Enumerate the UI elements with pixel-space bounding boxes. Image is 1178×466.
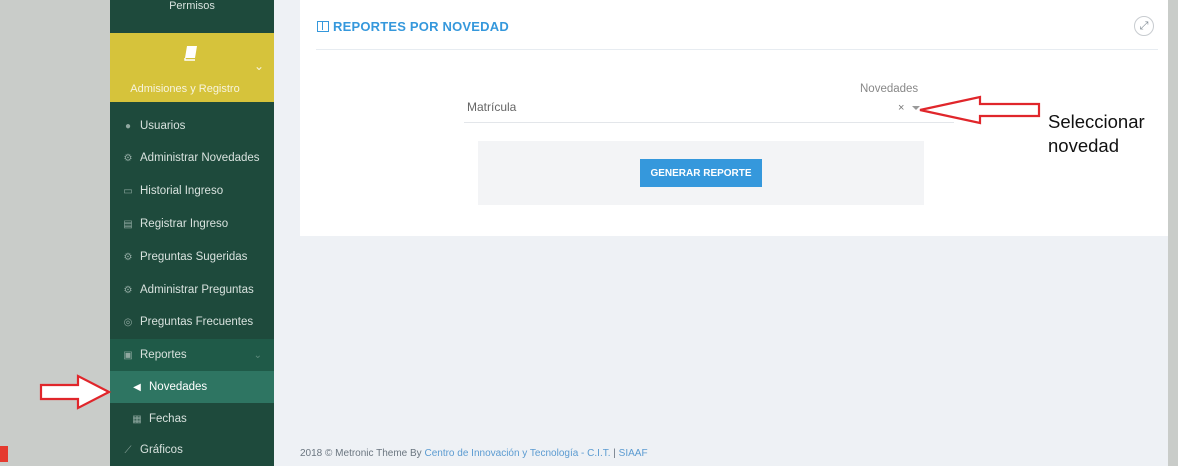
annotation-text: Seleccionar novedad (1048, 111, 1145, 156)
portlet-title: REPORTES POR NOVEDAD (317, 19, 509, 34)
right-gutter (1168, 0, 1178, 466)
red-marker (0, 446, 8, 462)
sidebar-subitem-fechas[interactable]: ▦ Fechas (110, 403, 274, 435)
sidebar-group-admisiones[interactable]: ⌄ Admisiones y Registro (110, 33, 274, 102)
lifebuoy-icon: ◎ (123, 316, 133, 328)
generate-report-button[interactable]: GENERAR REPORTE (640, 159, 762, 187)
user-icon: ● (124, 120, 132, 132)
clear-selection-icon[interactable]: × (898, 102, 904, 114)
novedad-select[interactable]: Matrícula × (464, 94, 954, 123)
chevron-down-icon: ⌄ (253, 349, 262, 361)
sidebar-item-reportes[interactable]: ▣ Reportes ⌄ (110, 339, 274, 371)
cogs-icon: ⚙ (123, 152, 133, 164)
annotation-arrow-left-icon (919, 95, 1041, 125)
footer-link-cit[interactable]: Centro de Innovación y Tecnología - C.I.… (424, 448, 610, 459)
book-open-icon (317, 21, 329, 32)
sidebar-subitem-novedades[interactable]: ◀ Novedades (110, 371, 274, 403)
line-chart-icon: ⟋ (124, 444, 132, 456)
page-footer: 2018 © Metronic Theme By Centro de Innov… (300, 448, 648, 459)
sidebar-item-graficos[interactable]: ⟋ Gráficos (110, 434, 274, 466)
sidebar-group-label: Admisiones y Registro (130, 83, 240, 95)
sidebar-item-preguntas-frecuentes[interactable]: ◎ Preguntas Frecuentes (110, 306, 274, 338)
cogs-icon: ⚙ (123, 251, 133, 263)
id-card-icon: ▤ (123, 218, 133, 230)
sidebar: Permisos ⌄ Admisiones y Registro ● Usuari… (110, 0, 274, 466)
pdf-icon: ▣ (123, 349, 133, 361)
calendar-icon: ▦ (132, 413, 142, 425)
annotation-arrow-right-icon (39, 374, 112, 410)
cogs-icon: ⚙ (123, 284, 133, 296)
sidebar-item-administrar-preguntas[interactable]: ⚙ Administrar Preguntas (110, 274, 274, 306)
novedad-selected-value: Matrícula (467, 100, 517, 114)
action-area: GENERAR REPORTE (478, 141, 924, 205)
book-icon (184, 46, 197, 61)
portlet-divider (316, 49, 1158, 50)
footer-link-siaaf[interactable]: SIAAF (619, 448, 648, 459)
sidebar-item-usuarios[interactable]: ● Usuarios (110, 110, 274, 142)
sidebar-item-registrar-ingreso[interactable]: ▤ Registrar Ingreso (110, 208, 274, 240)
chevron-down-icon: ⌄ (253, 59, 264, 73)
sidebar-item-permisos[interactable]: Permisos (110, 0, 274, 33)
sidebar-item-preguntas-sugeridas[interactable]: ⚙ Preguntas Sugeridas (110, 241, 274, 273)
sidebar-item-historial-ingreso[interactable]: ▭ Historial Ingreso (110, 175, 274, 207)
sidebar-item-administrar-novedades[interactable]: ⚙ Administrar Novedades (110, 142, 274, 174)
bullhorn-icon: ◀ (133, 381, 141, 393)
monitor-icon: ▭ (123, 185, 133, 197)
fullscreen-toggle-icon[interactable]: ⤢ (1134, 16, 1154, 36)
